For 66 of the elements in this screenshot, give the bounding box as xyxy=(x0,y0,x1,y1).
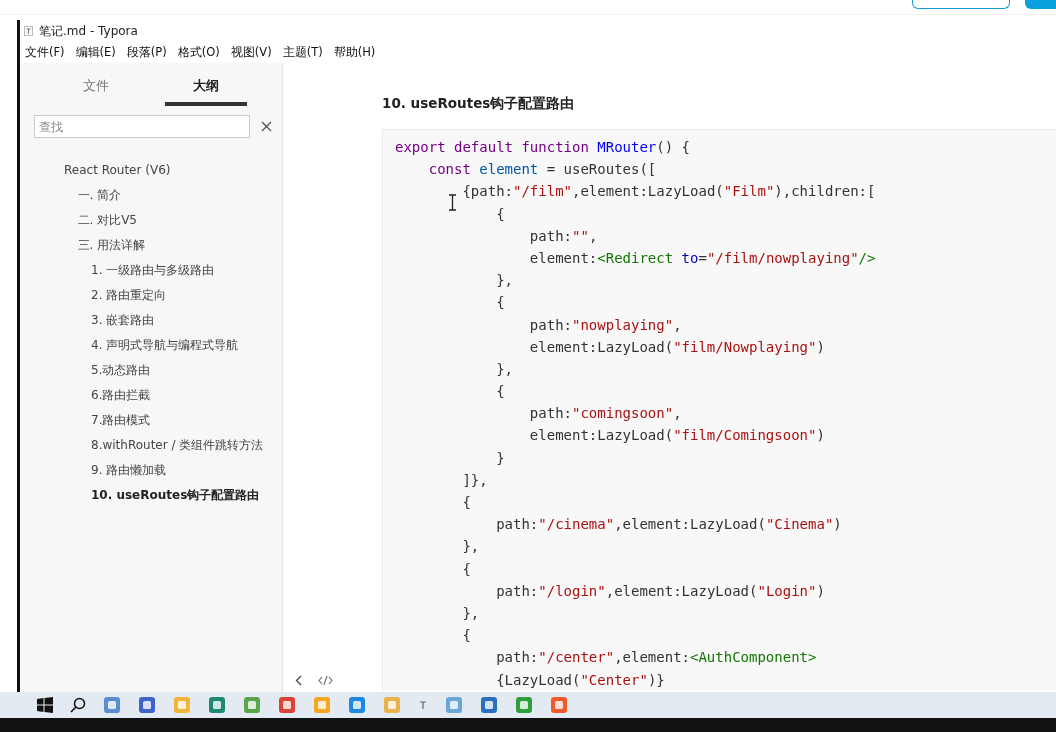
start-icon[interactable] xyxy=(36,697,53,713)
code-line: path:"comingsoon", xyxy=(529,404,682,424)
code-line: { xyxy=(462,559,471,579)
window-title: 笔记.md - Typora xyxy=(39,22,138,40)
code-line: { xyxy=(496,293,505,313)
outline-item[interactable]: 7.路由模式 xyxy=(91,412,151,429)
sidebar-tab[interactable]: 大纲 xyxy=(165,75,247,106)
code-line: { xyxy=(496,382,505,402)
menu-item[interactable]: 段落(P) xyxy=(126,45,167,60)
search-field[interactable]: 查找 xyxy=(34,115,250,138)
code-line: ]}, xyxy=(462,470,488,490)
code-line: {path:"/film",element:LazyLoad("Film"),children:[ xyxy=(462,182,876,202)
outline-item[interactable]: 6.路由拦截 xyxy=(91,387,151,404)
app-icon[interactable] xyxy=(137,696,156,714)
outline-item[interactable]: 8.withRouter / 类组件跳转方法 xyxy=(91,437,264,454)
code-line: { xyxy=(462,493,471,512)
code-line: element:<Redirect to="/film/nowplaying"/> xyxy=(529,248,876,268)
app-icon[interactable] xyxy=(549,696,568,714)
outline-item[interactable]: 2. 路由重定向 xyxy=(91,287,167,304)
search-icon[interactable] xyxy=(69,697,86,713)
code-line: path:"/login",element:LazyLoad("Login") xyxy=(496,581,825,601)
code-line: path:"", xyxy=(529,226,598,246)
code-line: { xyxy=(496,204,505,224)
code-line: element:LazyLoad("film/Nowplaying") xyxy=(529,337,825,357)
code-line: export default function MRouter() { xyxy=(395,138,691,157)
menu-item[interactable]: 主题(T) xyxy=(282,45,323,60)
outline-item[interactable]: 1. 一级路由与多级路由 xyxy=(91,262,215,279)
code-line: }, xyxy=(496,271,513,291)
code-line: }, xyxy=(462,603,480,623)
outline-item[interactable]: 9. 路由懒加载 xyxy=(91,462,167,479)
code-line: }, xyxy=(496,359,513,379)
outline-item[interactable]: 一. 简介 xyxy=(77,187,122,204)
menu-item[interactable]: 文件(F) xyxy=(25,45,65,60)
outline-item[interactable]: 二. 对比V5 xyxy=(77,212,137,229)
app-icon[interactable] xyxy=(514,696,533,714)
code-line: element:LazyLoad("film/Comingsoon") xyxy=(529,426,825,446)
source-code-icon[interactable] xyxy=(318,675,333,686)
menu-item[interactable]: 帮助(H) xyxy=(333,45,376,60)
code-line: }, xyxy=(462,537,480,557)
outline-item[interactable]: 5.动态路由 xyxy=(91,362,151,379)
code-line: path:"/cinema",element:LazyLoad("Cinema") xyxy=(496,515,842,535)
secondary-button[interactable] xyxy=(912,0,1010,9)
code-line: } xyxy=(496,448,505,468)
outline-item[interactable]: 三. 用法详解 xyxy=(77,237,146,254)
primary-button[interactable] xyxy=(1025,0,1056,9)
menu-item[interactable]: 视图(V) xyxy=(230,45,272,60)
outline-item[interactable]: 4. 声明式导航与编程式导航 xyxy=(91,337,239,354)
code-line: path:"/center",element:<AuthComponent> xyxy=(496,648,817,668)
code-line: const element = useRoutes([ xyxy=(428,160,657,180)
outline-item[interactable]: 10. useRoutes钩子配置路由 xyxy=(91,487,260,504)
outline-item[interactable]: 3. 嵌套路由 xyxy=(91,312,155,329)
chevron-left-icon[interactable] xyxy=(295,675,302,686)
sidebar-tab[interactable]: 文件 xyxy=(55,75,137,106)
app-icon[interactable] xyxy=(207,696,226,714)
menu-item[interactable]: 格式(O) xyxy=(177,45,220,60)
code-line: {LazyLoad("Center")} xyxy=(496,670,665,690)
close-icon[interactable] xyxy=(261,121,272,132)
section-heading: 10. useRoutes钩子配置路由 xyxy=(382,95,576,113)
outline-item[interactable]: React Router (V6) xyxy=(64,162,171,179)
code-line: { xyxy=(462,626,471,646)
app-icon[interactable] xyxy=(444,696,463,714)
typora-icon[interactable] xyxy=(417,700,428,710)
text-cursor-icon xyxy=(448,194,457,211)
code-line: path:"nowplaying", xyxy=(529,315,682,335)
menu-item[interactable]: 编辑(E) xyxy=(75,45,116,60)
app-icon xyxy=(24,26,33,36)
